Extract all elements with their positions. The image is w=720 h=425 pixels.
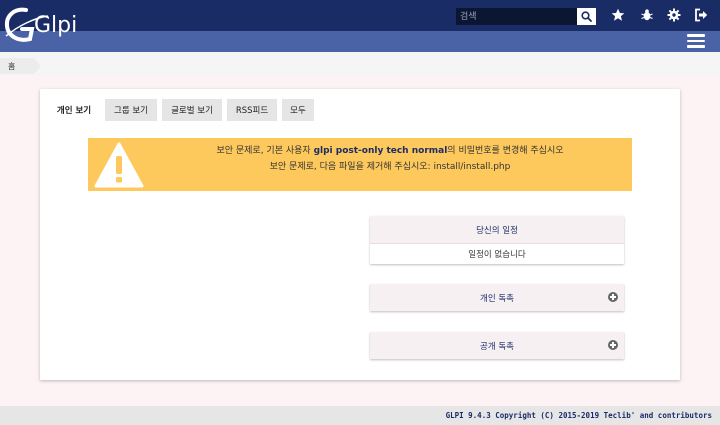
star-icon (611, 8, 625, 21)
sub-header (0, 31, 720, 52)
footer: GLPI 9.4.3 Copyright (C) 2015-2019 Tecli… (0, 406, 720, 425)
breadcrumb-home[interactable] (0, 58, 34, 74)
breadcrumb-home-label[interactable]: 홈 (8, 61, 15, 72)
warning-icon (94, 142, 144, 188)
debug-button[interactable] (639, 7, 655, 23)
security-alert: 보안 문제로, 기본 사용자 glpi post-only tech norma… (88, 138, 632, 191)
personal-notes-header[interactable]: 개인 독촉 (370, 284, 624, 311)
alert-install-file-message: 보안 문제로, 다음 파일을 제거해 주십시오: install/install… (269, 162, 511, 172)
personal-notes-panel: 개인 독촉 (370, 284, 624, 311)
footer-copyright[interactable]: GLPI 9.4.3 Copyright (C) 2015-2019 Tecli… (446, 411, 712, 420)
search-icon (581, 11, 592, 22)
tab-group-view[interactable]: 그룹 보기 (105, 99, 157, 121)
tab-global-view[interactable]: 글로벌 보기 (162, 99, 222, 121)
tab-label: RSS피드 (235, 106, 269, 116)
alert-default-users: glpi post-only tech normal (313, 146, 448, 156)
logout-button[interactable] (693, 7, 709, 23)
tab-personal-view[interactable]: 개인 보기 (48, 99, 100, 121)
tab-label: 개인 보기 (56, 106, 92, 116)
tab-rss-feed[interactable]: RSS피드 (227, 99, 277, 121)
logo-text: Glpi (34, 13, 78, 38)
breadcrumb-arrow (34, 58, 41, 74)
tab-label: 그룹 보기 (114, 106, 148, 116)
alert-text: 보안 문제로, 기본 사용자 (216, 146, 314, 156)
preferences-button[interactable] (666, 7, 682, 23)
search-button[interactable] (577, 8, 596, 25)
search-input[interactable] (456, 8, 577, 25)
personal-notes-title: 개인 독촉 (480, 293, 514, 304)
tab-all[interactable]: 모두 (282, 99, 314, 121)
tab-label: 글로벌 보기 (171, 106, 213, 116)
add-personal-note-icon[interactable] (608, 292, 618, 302)
hamburger-icon[interactable] (687, 34, 705, 48)
logout-icon (695, 8, 708, 22)
search-box (456, 8, 596, 25)
bug-icon (641, 9, 653, 21)
schedule-panel-header[interactable]: 당신의 일정 (370, 216, 624, 243)
schedule-panel-title: 당신의 일정 (476, 225, 518, 236)
alert-text: 의 비밀번호를 변경해 주십시오 (447, 146, 564, 156)
gear-icon (667, 8, 681, 22)
public-notes-panel: 공개 독촉 (370, 332, 624, 359)
tab-label: 모두 (290, 106, 306, 116)
public-notes-header[interactable]: 공개 독촉 (370, 332, 624, 359)
schedule-panel: 당신의 일정 일정이 없습니다 (370, 216, 624, 264)
bookmark-button[interactable] (610, 7, 626, 23)
breadcrumb (0, 52, 720, 76)
public-notes-title: 공개 독촉 (480, 341, 514, 352)
add-public-note-icon[interactable] (608, 340, 618, 350)
schedule-empty-message: 일정이 없습니다 (370, 243, 624, 264)
alert-password-message: 보안 문제로, 기본 사용자 glpi post-only tech norma… (148, 143, 632, 156)
